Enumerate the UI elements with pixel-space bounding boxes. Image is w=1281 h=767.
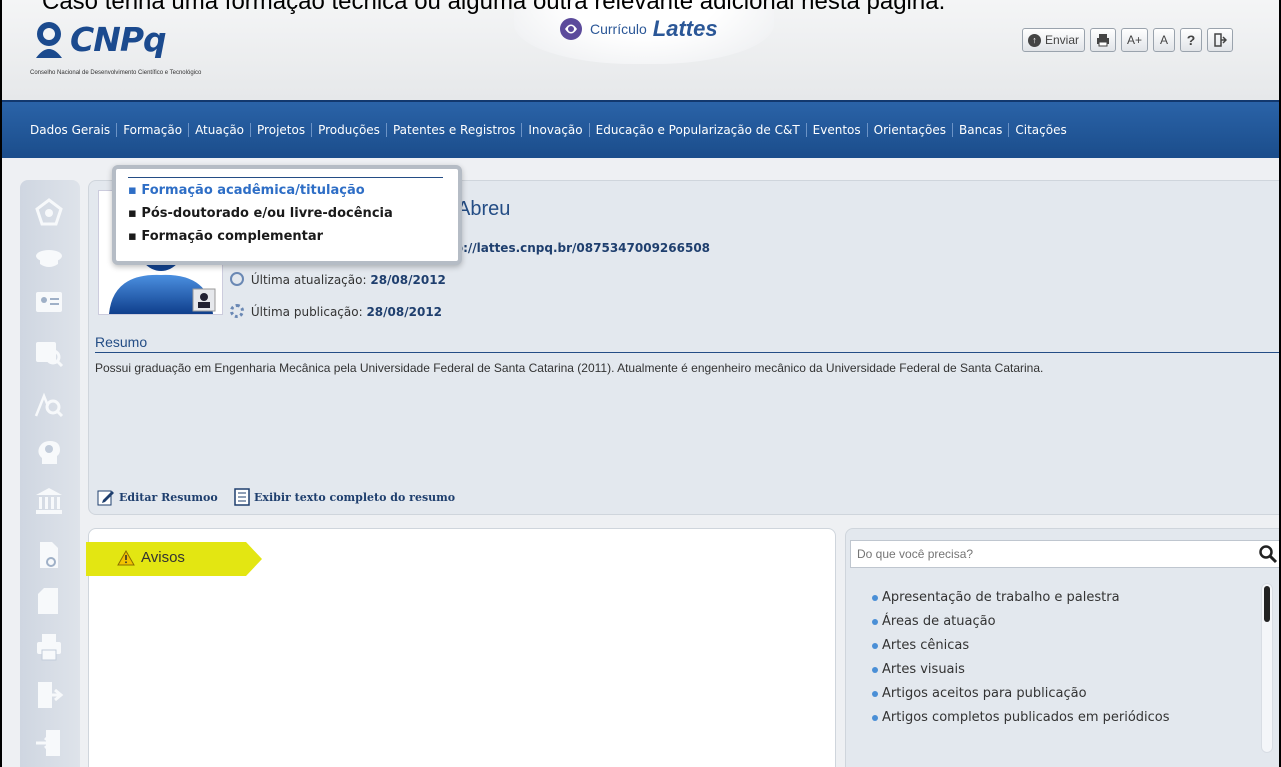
logout-button[interactable] (1207, 28, 1234, 52)
help-topic-item[interactable]: Artes cênicas (872, 638, 969, 653)
nav-item-orientacoes[interactable]: Orientações (868, 123, 953, 137)
nav-item-citacoes[interactable]: Citações (1009, 123, 1072, 137)
nav-item-atuacao[interactable]: Atuação (189, 123, 252, 137)
help-topic-label: Artigos aceitos para publicação (882, 686, 1087, 701)
gear-icon (230, 304, 244, 318)
menu-item-formacao-academica[interactable]: ▪ Formação acadêmica/titulação (128, 183, 365, 198)
menu-item-pos-doutorado[interactable]: ▪ Pós-doutorado e/ou livre-docência (128, 206, 393, 221)
full-text-label: Exibir texto completo do resumo (254, 490, 456, 504)
nav-item-dados-gerais[interactable]: Dados Gerais (30, 123, 118, 137)
cnpq-logo-icon (36, 22, 62, 58)
nav-item-projetos[interactable]: Projetos (251, 123, 313, 137)
send-button-label: Enviar (1045, 33, 1080, 47)
nav-item-eventos[interactable]: Eventos (807, 123, 868, 137)
menu-item-formacao-complementar[interactable]: ▪ Formação complementar (128, 229, 323, 244)
help-topic-label: Apresentação de trabalho e palestra (882, 590, 1120, 605)
search-icon[interactable] (1258, 544, 1278, 564)
document-icon[interactable] (34, 586, 64, 616)
help-search-box (850, 540, 1279, 568)
profile-card-icon[interactable] (34, 286, 64, 316)
printer-icon (1097, 34, 1110, 47)
help-topic-item[interactable]: Artes visuais (872, 662, 965, 677)
warning-icon (117, 549, 135, 565)
instruction-banner: Caso tenha uma formação técnica ou algum… (42, 0, 946, 15)
lattes-logo-small: Currículo (590, 21, 647, 37)
last-publication-label: Última publicação: (250, 305, 367, 319)
lattes-logo[interactable]: Currículo Lattes (558, 16, 718, 42)
network-icon[interactable] (34, 198, 64, 228)
help-topic-item[interactable]: Artigos completos publicados em periódic… (872, 710, 1170, 725)
help-topic-item[interactable]: Artigos aceitos para publicação (872, 686, 1087, 701)
main-nav: Dados Gerais Formação Atuação Projetos P… (2, 102, 1279, 158)
exit-icon (1214, 33, 1228, 47)
help-topic-label: Artes visuais (882, 662, 965, 677)
graduation-cap-icon[interactable] (34, 242, 64, 272)
edit-pencil-icon (97, 490, 114, 506)
brain-head-icon[interactable] (34, 438, 64, 468)
upload-icon: ↑ (1028, 33, 1041, 47)
last-publication-row: Última publicação: 28/08/2012 (230, 304, 442, 319)
help-button[interactable]: ? (1180, 28, 1203, 52)
help-search-input[interactable] (857, 545, 1237, 563)
help-topic-label: Artes cênicas (882, 638, 970, 653)
help-scrollbar-thumb[interactable] (1264, 586, 1270, 622)
last-update-label: Última atualização: (250, 273, 371, 287)
nav-item-formacao[interactable]: Formação (117, 123, 190, 137)
help-topic-label: Áreas de atuação (882, 614, 996, 629)
formacao-dropdown-menu: ▪ Formação acadêmica/titulação ▪ Pós-dou… (112, 165, 462, 265)
lattes-logo-big: Lattes (652, 16, 718, 41)
nav-item-patentes[interactable]: Patentes e Registros (387, 123, 523, 137)
nav-item-bancas[interactable]: Bancas (953, 123, 1010, 137)
resumo-divider (95, 352, 1279, 353)
font-increase-button[interactable]: A+ (1121, 28, 1149, 52)
dropdown-divider (128, 177, 443, 178)
export-icon[interactable] (34, 680, 64, 710)
last-update-row: Última atualização: 28/08/2012 (230, 272, 446, 287)
bullet-icon (872, 714, 878, 721)
bullet-icon (872, 642, 878, 649)
lattes-url[interactable]: ttp://lattes.cnpq.br/0875347009266508 (443, 241, 710, 255)
last-publication-value: 28/08/2012 (366, 305, 443, 319)
cnpq-logo-subtitle: Conselho Nacional de Desenvolvimento Cie… (30, 70, 202, 76)
nav-item-educacao[interactable]: Educação e Popularização de C&T (590, 123, 807, 137)
avisos-label: Avisos (141, 549, 185, 566)
bullet-icon (872, 690, 878, 697)
text-document-icon (234, 488, 250, 506)
edit-resumo-label: Editar Resumoo (119, 490, 218, 504)
last-update-value: 28/08/2012 (370, 273, 446, 287)
researcher-name: Abreu (457, 198, 511, 220)
help-topic-item[interactable]: Áreas de atuação (872, 614, 996, 629)
help-topic-label: Artigos completos publicados em periódic… (882, 710, 1170, 725)
document-link-icon[interactable] (34, 540, 64, 570)
lattes-swirl-icon (560, 18, 582, 40)
update-icon (230, 272, 244, 286)
search-text-icon[interactable] (34, 390, 64, 420)
avisos-tab[interactable]: Avisos (117, 549, 185, 566)
send-button[interactable]: ↑ Enviar (1022, 28, 1086, 52)
font-normal-button[interactable]: A (1153, 28, 1176, 52)
institution-icon[interactable] (34, 486, 64, 516)
bullet-icon (872, 594, 878, 601)
bullet-icon (872, 618, 878, 625)
import-icon[interactable] (34, 728, 64, 758)
header-tools: ↑ Enviar A+ A ? (1022, 28, 1234, 52)
nav-item-inovacao[interactable]: Inovação (522, 123, 590, 137)
help-topic-item[interactable]: Apresentação de trabalho e palestra (872, 590, 1120, 605)
printer-sidebar-icon[interactable] (34, 632, 64, 662)
cnpq-logo-text: CNPq (70, 20, 167, 59)
print-button[interactable] (1090, 28, 1117, 52)
nav-item-producoes[interactable]: Produções (312, 123, 387, 137)
edit-resumo-link[interactable]: Editar Resumoo (97, 488, 218, 506)
cnpq-logo[interactable]: CNPq Conselho Nacional de Desenvolviment… (30, 20, 201, 92)
research-icon[interactable] (34, 338, 64, 368)
full-text-link[interactable]: Exibir texto completo do resumo (234, 488, 455, 506)
resumo-text: Possui graduação em Engenharia Mecânica … (95, 361, 1044, 375)
bullet-icon (872, 666, 878, 673)
page-frame: CNPq Conselho Nacional de Desenvolviment… (0, 0, 1281, 767)
left-icon-bar (20, 180, 80, 767)
resumo-title: Resumo (95, 334, 148, 350)
